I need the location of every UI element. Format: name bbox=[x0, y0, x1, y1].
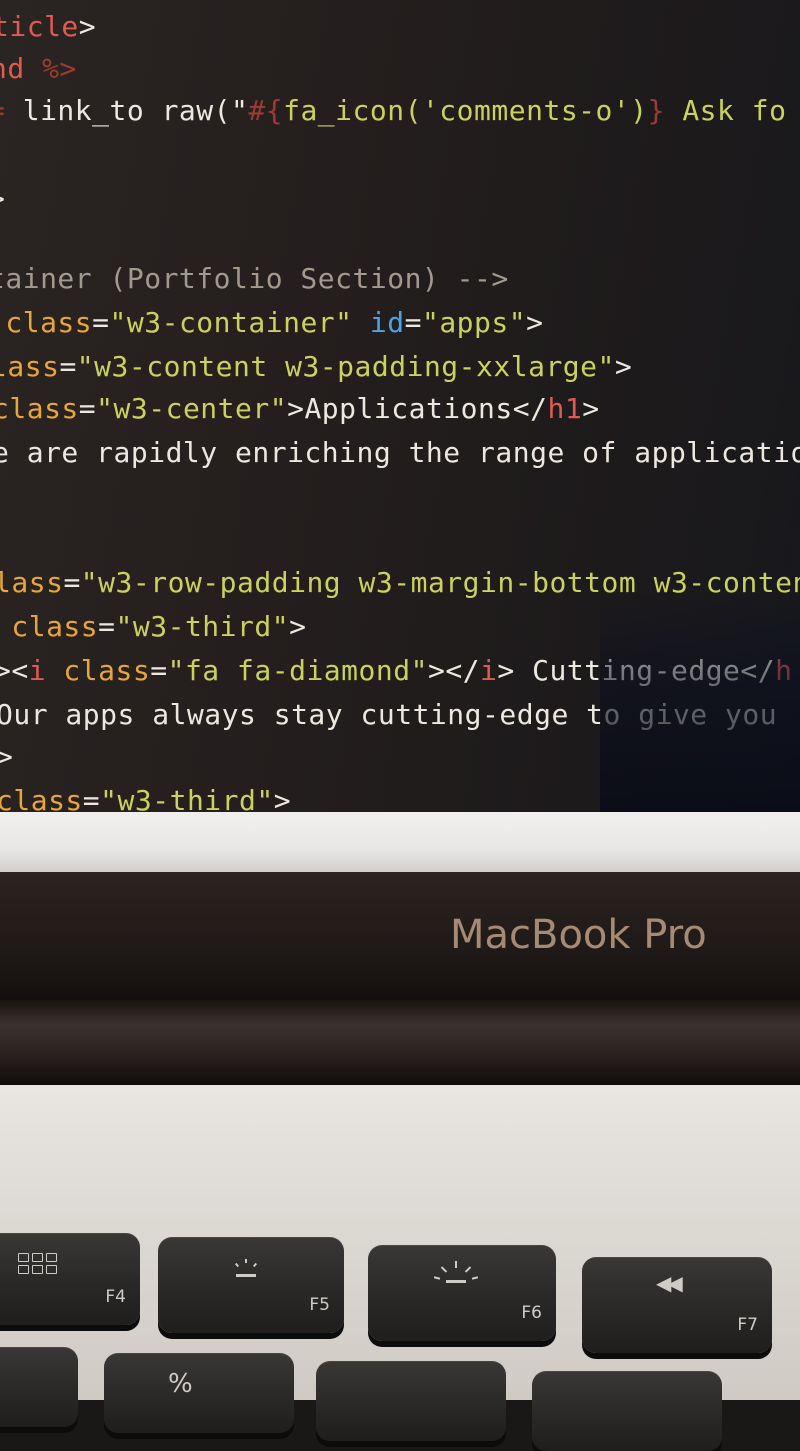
code-line: class="w3-container" id="apps"> bbox=[0, 306, 543, 340]
code-token: >Applications</ bbox=[287, 392, 548, 425]
code-token: "w3-third" bbox=[115, 610, 290, 643]
brand-label: MacBook Pro bbox=[450, 912, 707, 958]
code-token: e are rapidly enriching the range of app… bbox=[0, 436, 800, 469]
code-token: fa_icon('comments-o') bbox=[283, 94, 648, 127]
code-token: class bbox=[46, 654, 151, 687]
code-token: = bbox=[92, 306, 110, 339]
code-token: ></ bbox=[427, 654, 481, 687]
key-lower-4[interactable] bbox=[532, 1371, 722, 1451]
key-f7[interactable]: ◀◀ F7 bbox=[582, 1257, 772, 1353]
code-line: class="w3-third"> bbox=[0, 784, 291, 815]
code-token: "fa fa-diamond" bbox=[167, 654, 428, 687]
code-line: nd %> bbox=[0, 52, 77, 86]
keyboard-deck: F4 F5 F6 ◀◀ F7 % bbox=[0, 1085, 800, 1451]
key-label-f6: F6 bbox=[521, 1303, 542, 1323]
code-line: > bbox=[0, 740, 13, 774]
code-token: class bbox=[0, 392, 79, 425]
code-token: = bbox=[78, 392, 97, 425]
code-token: } bbox=[647, 94, 665, 127]
code-line: Our apps always stay cutting-edge to giv… bbox=[0, 698, 777, 732]
key-lower-3[interactable] bbox=[316, 1361, 506, 1441]
code-token: = bbox=[82, 784, 101, 815]
key-f5[interactable]: F5 bbox=[158, 1237, 344, 1333]
code-token: i bbox=[480, 654, 498, 687]
code-token: i bbox=[28, 654, 47, 687]
keyboard-brightness-up-icon bbox=[433, 1261, 479, 1283]
code-token: h bbox=[775, 654, 793, 687]
key-label-f4: F4 bbox=[105, 1287, 126, 1307]
code-token: class bbox=[0, 784, 83, 815]
code-line: lass="w3-row-padding w3-margin-bottom w3… bbox=[0, 566, 800, 600]
key-5-percent[interactable]: % bbox=[104, 1353, 294, 1433]
screen-bottom-edge bbox=[0, 812, 800, 874]
code-token: > bbox=[526, 306, 544, 339]
percent-glyph: % bbox=[168, 1369, 193, 1399]
code-token: "w3-row-padding w3-margin-bottom w3-cont… bbox=[80, 566, 800, 599]
code-token: = bbox=[63, 566, 81, 599]
code-token: "w3-content w3-padding-xxlarge" bbox=[76, 350, 615, 383]
key-label-f7: F7 bbox=[737, 1315, 758, 1335]
code-line: tainer (Portfolio Section) --> bbox=[0, 262, 509, 296]
code-token: class bbox=[5, 306, 93, 339]
code-token: class bbox=[0, 610, 99, 643]
code-token: > bbox=[289, 610, 307, 643]
code-token: > bbox=[273, 784, 292, 815]
code-token: Our apps always stay cutting-edge to giv… bbox=[0, 698, 778, 731]
code-token: >< bbox=[0, 654, 29, 687]
code-line: = link_to raw("#{fa_icon('comments-o')} … bbox=[0, 94, 786, 128]
code-token: = bbox=[59, 350, 77, 383]
code-line: > bbox=[0, 182, 5, 216]
code-token: id bbox=[352, 306, 405, 339]
code-token: lass bbox=[0, 350, 60, 383]
code-token: > bbox=[78, 10, 97, 43]
code-token: = bbox=[150, 654, 168, 687]
code-line: class="w3-third"> bbox=[0, 610, 306, 644]
key-lower-left[interactable] bbox=[0, 1347, 78, 1427]
code-token: = bbox=[404, 306, 422, 339]
code-line: e are rapidly enriching the range of app… bbox=[0, 436, 800, 470]
code-token: Ask fo bbox=[664, 94, 787, 127]
code-token: > bbox=[0, 740, 14, 773]
code-token: > Cutting-edge</ bbox=[497, 654, 776, 687]
code-editor-screen: ticle>nd %>= link_to raw("#{fa_icon('com… bbox=[0, 0, 800, 815]
code-token: = bbox=[0, 94, 23, 127]
code-token: nd bbox=[0, 52, 25, 85]
key-f6[interactable]: F6 bbox=[368, 1245, 556, 1341]
key-f4[interactable]: F4 bbox=[0, 1233, 140, 1325]
code-token: = bbox=[98, 610, 116, 643]
code-token: lass bbox=[0, 566, 64, 599]
keyboard-brightness-down-icon bbox=[224, 1255, 268, 1277]
code-line: ticle> bbox=[0, 10, 96, 44]
code-token: #{ bbox=[248, 94, 284, 127]
code-line: lass="w3-content w3-padding-xxlarge"> bbox=[0, 350, 632, 384]
code-line: ><i class="fa fa-diamond"></i> Cutting-e… bbox=[0, 654, 792, 688]
code-token: > bbox=[582, 392, 600, 425]
rewind-icon: ◀◀ bbox=[656, 1271, 683, 1295]
code-token: tainer (Portfolio Section) --> bbox=[0, 262, 509, 295]
code-token: link_to raw(" bbox=[22, 94, 249, 127]
code-token: "w3-container" bbox=[109, 306, 353, 339]
key-label-f5: F5 bbox=[309, 1295, 330, 1315]
launchpad-grid-icon bbox=[18, 1253, 57, 1274]
code-token: "w3-center" bbox=[96, 392, 288, 425]
code-token: h1 bbox=[547, 392, 583, 425]
code-token: > bbox=[0, 182, 5, 215]
code-token: ticle bbox=[0, 10, 79, 43]
code-token: "apps" bbox=[421, 306, 527, 339]
code-line: class="w3-center">Applications</h1> bbox=[0, 392, 600, 426]
code-token: > bbox=[614, 350, 633, 383]
code-token: "w3-third" bbox=[100, 784, 274, 815]
code-token: %> bbox=[42, 52, 77, 85]
